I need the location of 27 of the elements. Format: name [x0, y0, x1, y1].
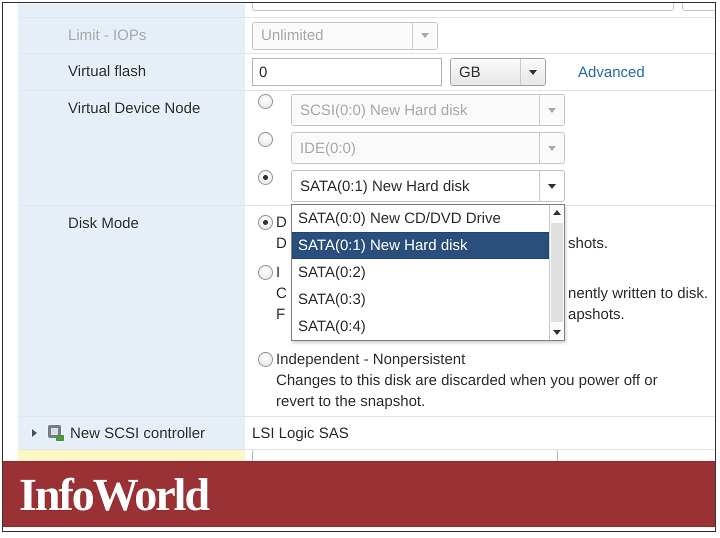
unit-select[interactable]: GB	[450, 58, 546, 86]
option-description: apshots.	[568, 305, 625, 325]
option-description: revert to the snapshot.	[276, 393, 426, 410]
option-title: D	[276, 213, 287, 233]
field-label: New SCSI controller	[70, 424, 206, 442]
field-label: Virtual flash	[68, 62, 146, 80]
field-label: Disk Mode	[68, 214, 139, 232]
option-description: Changes to this disk are discarded when you power off or	[276, 372, 658, 389]
dropdown-option[interactable]: SATA(0:4)	[292, 313, 549, 340]
logo: InfoWorld	[19, 468, 208, 520]
option-title: I	[276, 263, 280, 283]
dropdown-option[interactable]: SATA(0:0) New CD/DVD Drive	[292, 205, 549, 232]
select-field[interactable]: SATA(0:1) New Hard disk	[291, 170, 565, 202]
option-title: Independent - Nonpersistent	[276, 350, 466, 370]
option-description: nently written to disk.	[568, 284, 708, 304]
option-description: shots.	[568, 234, 608, 254]
option-description: F	[276, 306, 286, 323]
controller-type: LSI Logic SAS	[252, 424, 349, 442]
input-field[interactable]: 0	[252, 58, 442, 86]
dropdown-option[interactable]: SATA(0:2)	[292, 259, 549, 286]
advanced-link[interactable]: Advanced	[578, 64, 645, 80]
dropdown-option[interactable]: SATA(0:3)	[292, 286, 549, 313]
option-description: C	[276, 285, 287, 302]
field-label: Limit - IOPs	[68, 26, 146, 44]
field-label: Virtual Device Node	[68, 99, 200, 117]
option-description: D	[276, 235, 287, 252]
dropdown-option[interactable]: SATA(0:1) New Hard disk	[292, 232, 549, 259]
